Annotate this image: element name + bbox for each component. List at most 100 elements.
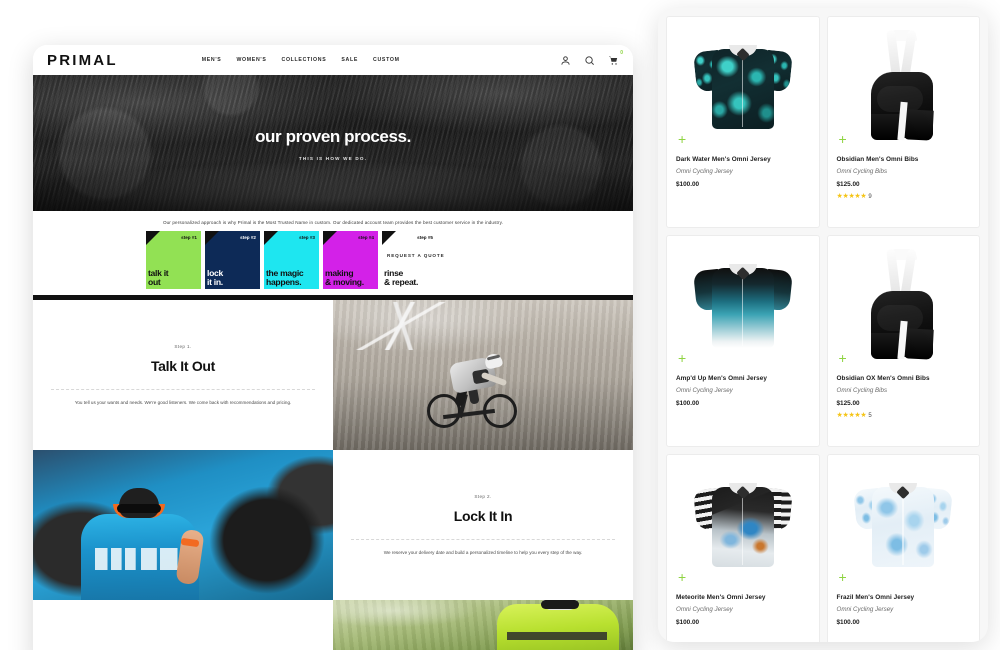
- step-card-4[interactable]: step #4 making & moving.: [323, 231, 378, 289]
- step-heading: Lock It In: [453, 507, 513, 524]
- product-card[interactable]: + Obsidian OX Men's Omni Bibs Omni Cycli…: [826, 235, 980, 447]
- process-step-row-2: Step 2. Lock It In We reserve your deliv…: [33, 450, 633, 600]
- request-a-quote-link[interactable]: REQUEST A QUOTE: [387, 253, 445, 258]
- nav-item-custom[interactable]: CUSTOM: [373, 57, 400, 63]
- product-media[interactable]: +: [667, 236, 819, 371]
- quick-add-plus-icon[interactable]: +: [678, 351, 686, 365]
- product-image-jersey: [692, 479, 793, 567]
- account-icon[interactable]: [560, 55, 571, 66]
- cart-icon[interactable]: 0: [608, 50, 623, 66]
- nav-item-sale[interactable]: SALE: [341, 57, 358, 63]
- product-rating: ★★★★★ 9: [837, 193, 971, 200]
- corner-triangle-icon: [146, 231, 160, 245]
- step-label: lock it in.: [207, 268, 223, 287]
- product-title[interactable]: Frazil Men's Omni Jersey: [837, 594, 971, 601]
- product-subtitle: Omni Cycling Bibs: [836, 168, 888, 175]
- product-title[interactable]: Obsidian Men's Omni Bibs: [837, 156, 971, 163]
- product-grid: + Dark Water Men's Omni Jersey Omni Cycl…: [666, 16, 980, 642]
- product-info: Amp'd Up Men's Omni Jersey Omni Cycling …: [667, 371, 819, 407]
- product-image-bibs: [863, 248, 943, 360]
- step-label: making & moving.: [325, 268, 364, 287]
- step-kicker: Step 2.: [474, 493, 492, 499]
- quick-add-plus-icon[interactable]: +: [839, 132, 847, 146]
- product-media[interactable]: +: [828, 236, 980, 371]
- steps-row: step #1 talk it out step #2 lock it in. …: [33, 225, 633, 289]
- process-step-row-3: [33, 600, 633, 650]
- step-card-5[interactable]: step #5 rinse & repeat.: [382, 231, 437, 289]
- product-card[interactable]: + Obsidian Men's Omni Bibs Omni Cycling …: [826, 16, 980, 228]
- photo-rider-figure: [421, 352, 525, 428]
- product-image-jersey: [692, 41, 793, 129]
- nav-item-womens[interactable]: WOMEN'S: [236, 57, 266, 63]
- product-card[interactable]: + Meteorite Men's Omni Jersey Omni Cycli…: [666, 454, 820, 642]
- star-rating-icon: ★★★★★: [836, 412, 867, 419]
- photo-rider-crowd: [33, 450, 333, 600]
- product-card[interactable]: + Frazil Men's Omni Jersey Omni Cycling …: [826, 454, 980, 642]
- product-subtitle: Omni Cycling Jersey: [836, 606, 894, 613]
- step-1-text-block: Step 1. Talk It Out You tell us your wan…: [33, 300, 333, 450]
- star-rating-icon: ★★★★★: [836, 193, 867, 200]
- step-card-1[interactable]: step #1 talk it out: [146, 231, 201, 289]
- main-navigation: MEN'S WOMEN'S COLLECTIONS SALE CUSTOM: [202, 57, 400, 63]
- photo-rider-figure: [497, 600, 633, 650]
- step-label: talk it out: [148, 268, 169, 287]
- step-number: step #3: [299, 235, 315, 240]
- nav-item-mens[interactable]: MEN'S: [202, 57, 222, 63]
- step-body: We reserve your delivery date and build …: [383, 549, 583, 555]
- corner-triangle-icon: [323, 231, 337, 245]
- product-image-jersey: [692, 260, 793, 348]
- product-title[interactable]: Amp'd Up Men's Omni Jersey: [676, 375, 810, 382]
- divider: [51, 388, 315, 390]
- product-image-bibs: [863, 29, 943, 141]
- photo-gravel-cyclist: [333, 300, 633, 450]
- corner-triangle-icon: [382, 231, 396, 245]
- product-subtitle: Omni Cycling Bibs: [836, 387, 888, 394]
- step-card-2[interactable]: step #2 lock it in.: [205, 231, 260, 289]
- product-info: Obsidian OX Men's Omni Bibs Omni Cycling…: [828, 371, 980, 419]
- cart-count-badge: 0: [620, 49, 623, 56]
- product-price: $100.00: [676, 181, 700, 188]
- product-media[interactable]: +: [667, 17, 819, 152]
- product-media[interactable]: +: [828, 17, 980, 152]
- process-step-row-1: Step 1. Talk It Out You tell us your wan…: [33, 300, 633, 450]
- step-card-3[interactable]: step #3 the magic happens.: [264, 231, 319, 289]
- search-icon[interactable]: [584, 55, 595, 66]
- corner-triangle-icon: [264, 231, 278, 245]
- hero-subtitle: THIS IS HOW WE DO.: [298, 156, 368, 161]
- quick-add-plus-icon[interactable]: +: [678, 570, 686, 584]
- product-title[interactable]: Dark Water Men's Omni Jersey: [676, 156, 810, 163]
- quick-add-plus-icon[interactable]: +: [839, 570, 847, 584]
- product-image-jersey: [853, 479, 954, 567]
- step-body: You tell us your wants and needs. We're …: [74, 399, 292, 405]
- quick-add-plus-icon[interactable]: +: [678, 132, 686, 146]
- product-price: $100.00: [676, 619, 700, 626]
- hero-banner: our proven process. THIS IS HOW WE DO.: [33, 61, 633, 211]
- rating-count: 5: [868, 412, 872, 419]
- product-price: $100.00: [836, 619, 860, 626]
- step-number: step #1: [181, 235, 197, 240]
- step-2-text-block: Step 2. Lock It In We reserve your deliv…: [333, 450, 633, 600]
- brand-logo[interactable]: PRIMAL: [47, 52, 118, 69]
- step-number: step #2: [240, 235, 256, 240]
- step-label: the magic happens.: [266, 268, 304, 287]
- rating-count: 9: [868, 193, 872, 200]
- product-info: Dark Water Men's Omni Jersey Omni Cyclin…: [667, 152, 819, 188]
- photo-rider-figure: [77, 488, 205, 600]
- screenshot-stage: PRIMAL MEN'S WOMEN'S COLLECTIONS SALE CU…: [0, 0, 1000, 650]
- hero-title: our proven process.: [255, 127, 411, 146]
- product-card[interactable]: + Dark Water Men's Omni Jersey Omni Cycl…: [666, 16, 820, 228]
- product-price: $125.00: [836, 181, 860, 188]
- product-media[interactable]: +: [667, 455, 819, 590]
- photo-branch-detail: [339, 302, 467, 350]
- product-media[interactable]: +: [828, 455, 980, 590]
- quick-add-plus-icon[interactable]: +: [839, 351, 847, 365]
- product-rating: ★★★★★ 5: [837, 412, 971, 419]
- website-preview-window: PRIMAL MEN'S WOMEN'S COLLECTIONS SALE CU…: [33, 45, 633, 650]
- header-icon-group: 0: [560, 50, 623, 66]
- product-subtitle: Omni Cycling Jersey: [676, 606, 733, 613]
- product-card[interactable]: + Amp'd Up Men's Omni Jersey Omni Cyclin…: [666, 235, 820, 447]
- nav-item-collections[interactable]: COLLECTIONS: [282, 57, 327, 63]
- product-title[interactable]: Obsidian OX Men's Omni Bibs: [837, 375, 971, 382]
- corner-triangle-icon: [205, 231, 219, 245]
- product-title[interactable]: Meteorite Men's Omni Jersey: [676, 594, 810, 601]
